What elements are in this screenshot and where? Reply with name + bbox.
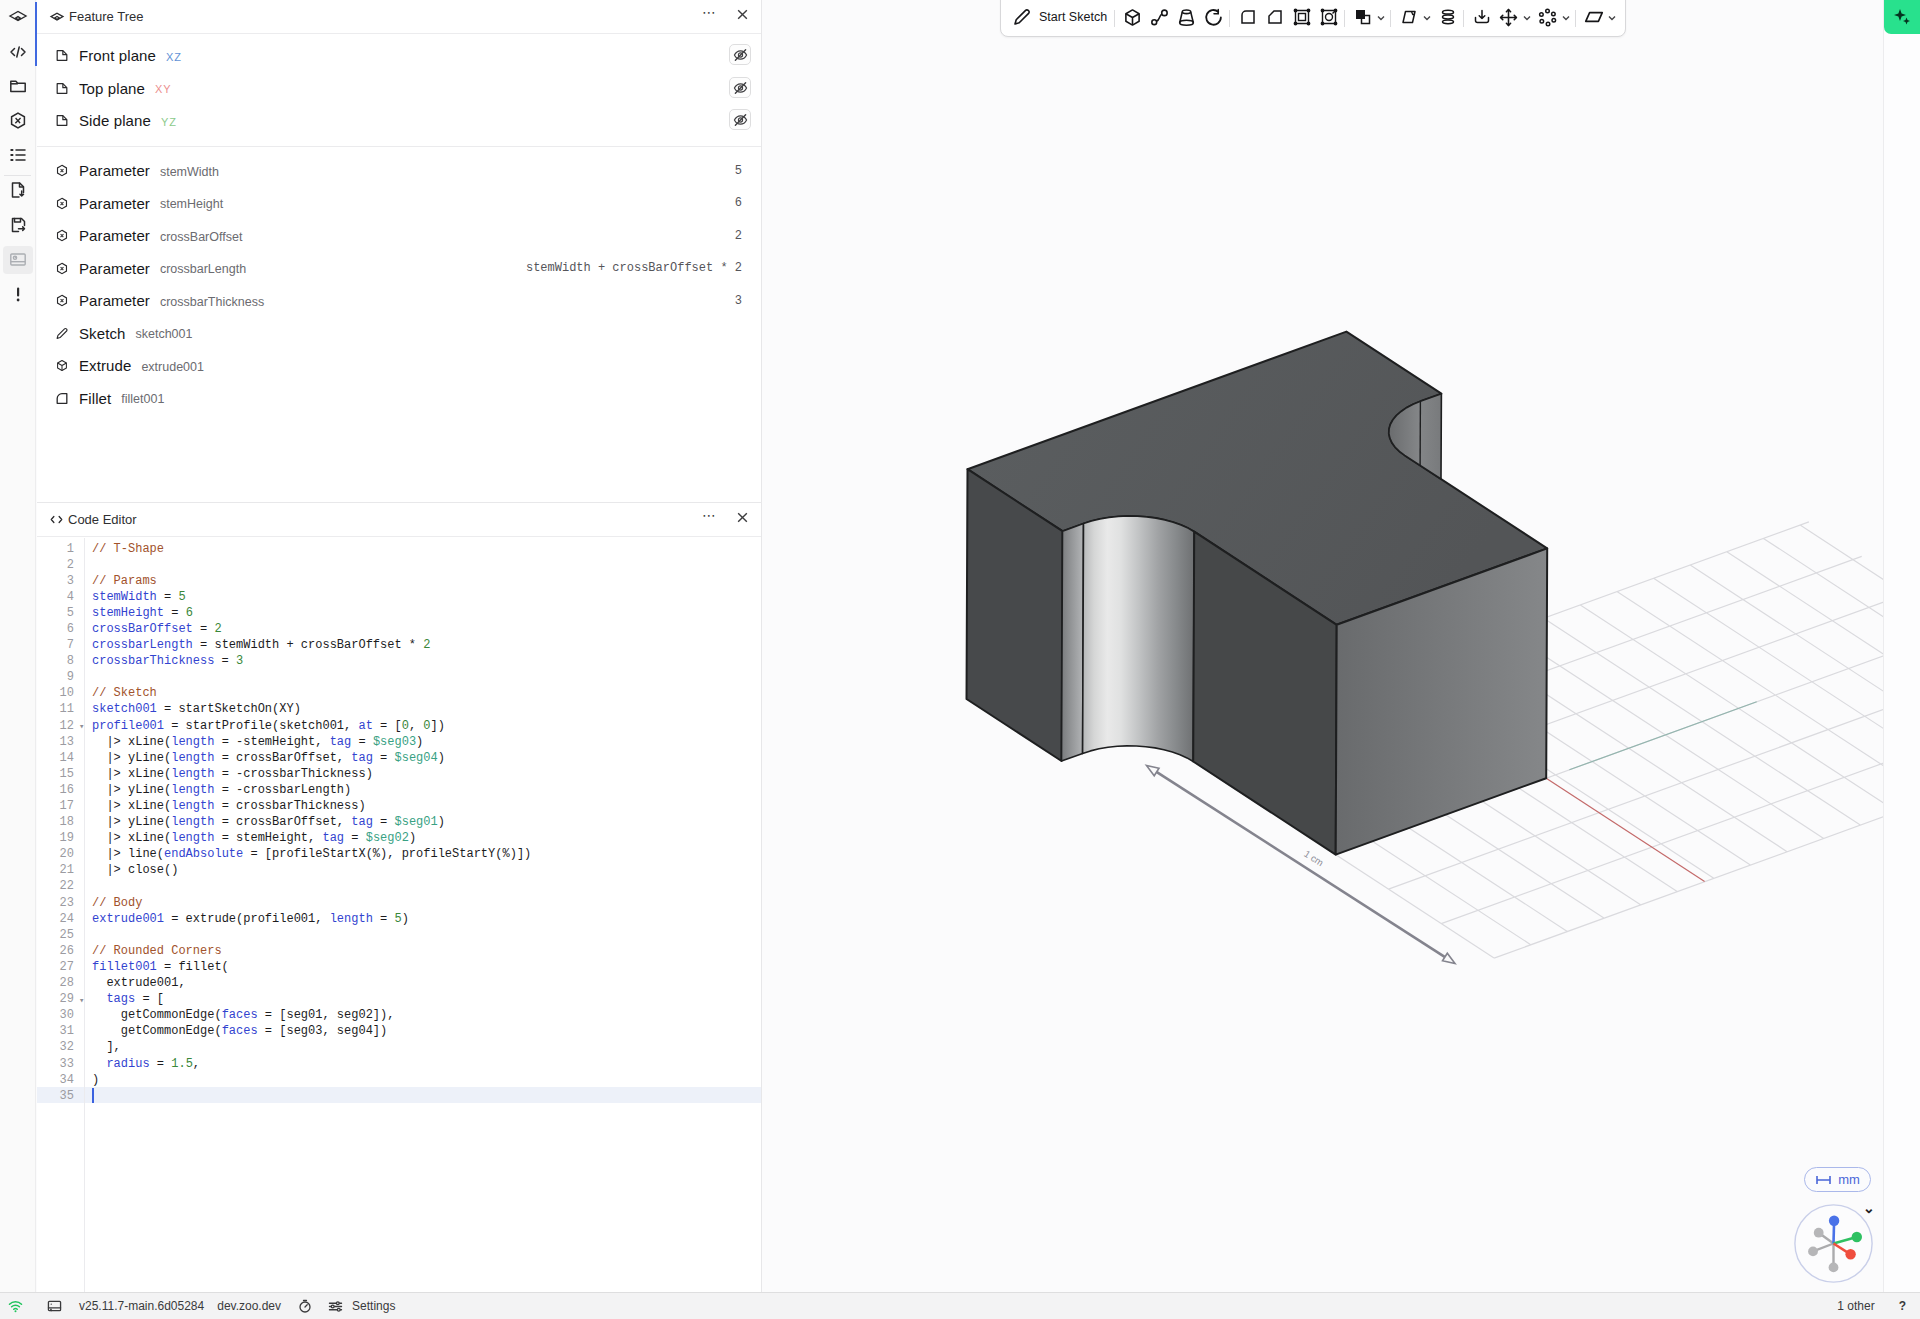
- svg-text:1 cm: 1 cm: [1302, 848, 1325, 868]
